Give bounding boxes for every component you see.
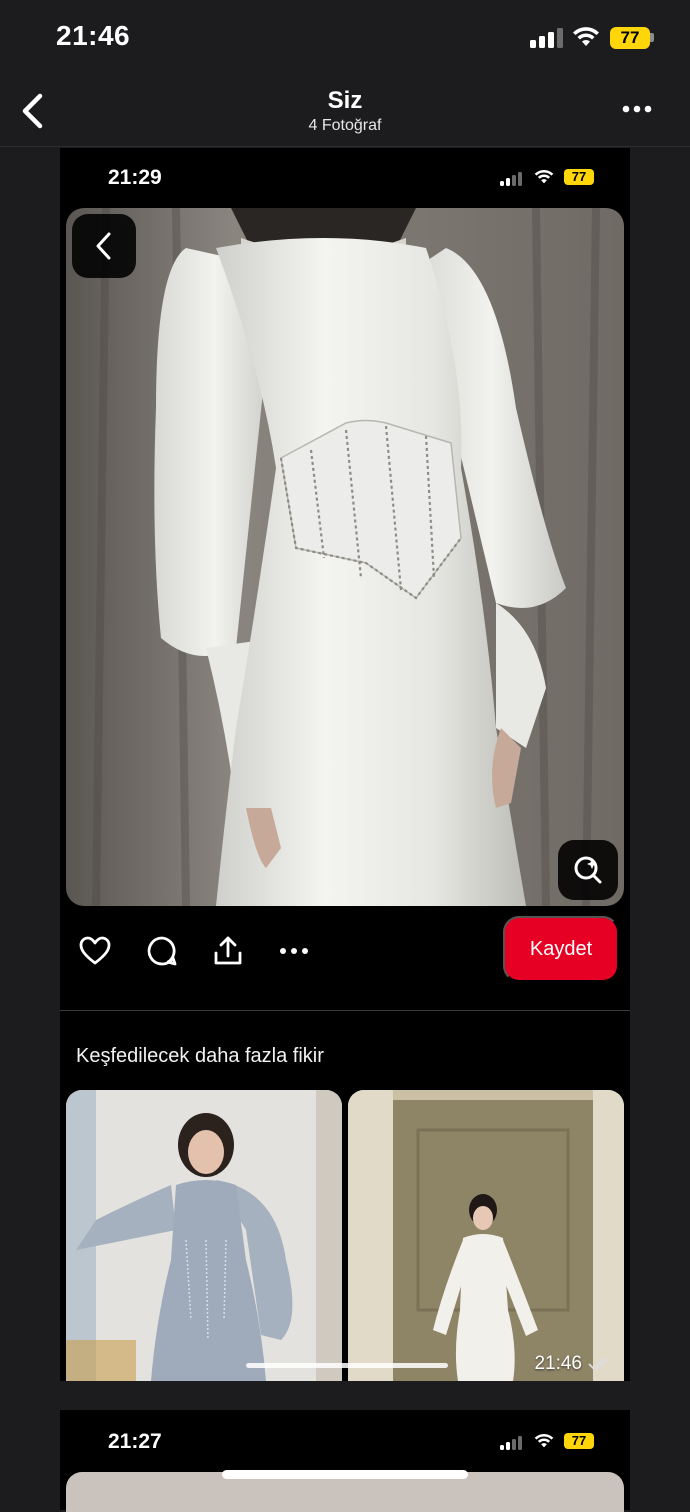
battery-tip bbox=[650, 33, 654, 42]
back-chevron-icon bbox=[96, 232, 111, 260]
inner-battery-indicator: 77 bbox=[564, 169, 594, 185]
save-button[interactable]: Kaydet bbox=[503, 916, 619, 982]
inner-cellular-signal-icon bbox=[500, 172, 522, 186]
cellular-signal-icon bbox=[530, 28, 563, 48]
inner-battery-indicator-2: 77 bbox=[564, 1433, 594, 1449]
visual-search-button[interactable] bbox=[558, 840, 618, 900]
inner-wifi-icon-2 bbox=[534, 1433, 554, 1448]
page-title: Siz bbox=[327, 87, 363, 114]
section-divider bbox=[60, 1010, 630, 1011]
comment-icon bbox=[147, 936, 177, 966]
more-dots-icon[interactable] bbox=[622, 105, 652, 113]
dress-photo[interactable] bbox=[66, 208, 624, 906]
share-icon bbox=[214, 936, 242, 965]
idea-thumbnail-2[interactable]: 21:46 bbox=[348, 1090, 624, 1381]
share-button[interactable] bbox=[211, 934, 245, 968]
photo-view[interactable]: 21:29 77 Kaydet Keşfedilecek daha fazla … bbox=[60, 148, 630, 1381]
white-dress-illustration bbox=[348, 1090, 624, 1381]
double-check-icon bbox=[588, 1358, 608, 1371]
photo-view-2[interactable]: 21:27 77 bbox=[60, 1410, 630, 1512]
message-timestamp: 21:46 bbox=[534, 1353, 614, 1375]
visual-search-icon bbox=[574, 856, 602, 884]
nav-bar: Siz 4 Fotoğraf bbox=[0, 75, 690, 147]
timestamp-text: 21:46 bbox=[534, 1353, 582, 1374]
battery-indicator: 77 bbox=[610, 27, 650, 49]
inner-wifi-icon bbox=[534, 169, 554, 184]
home-indicator bbox=[222, 1470, 468, 1479]
dress-illustration bbox=[66, 208, 624, 906]
idea-thumbnail-1[interactable] bbox=[66, 1090, 342, 1381]
heart-icon bbox=[79, 936, 111, 965]
comment-button[interactable] bbox=[145, 934, 179, 968]
pin-actions: Kaydet bbox=[60, 916, 630, 986]
like-button[interactable] bbox=[78, 934, 112, 968]
more-options-button[interactable] bbox=[277, 934, 311, 968]
status-time: 21:46 bbox=[56, 20, 131, 51]
more-dots-icon bbox=[280, 948, 308, 954]
inner-cellular-signal-icon-2 bbox=[500, 1436, 522, 1450]
horizontal-scroll-indicator bbox=[246, 1363, 448, 1368]
wifi-icon bbox=[573, 27, 599, 46]
back-button[interactable] bbox=[72, 214, 136, 278]
inner-status-time: 21:29 bbox=[108, 166, 162, 189]
inner-status-time-2: 21:27 bbox=[108, 1430, 162, 1453]
more-ideas-heading: Keşfedilecek daha fazla fikir bbox=[76, 1045, 324, 1067]
photo-count: 4 Fotoğraf bbox=[308, 117, 382, 134]
status-bar: 21:46 77 bbox=[0, 0, 690, 75]
blue-dress-illustration bbox=[66, 1090, 342, 1381]
